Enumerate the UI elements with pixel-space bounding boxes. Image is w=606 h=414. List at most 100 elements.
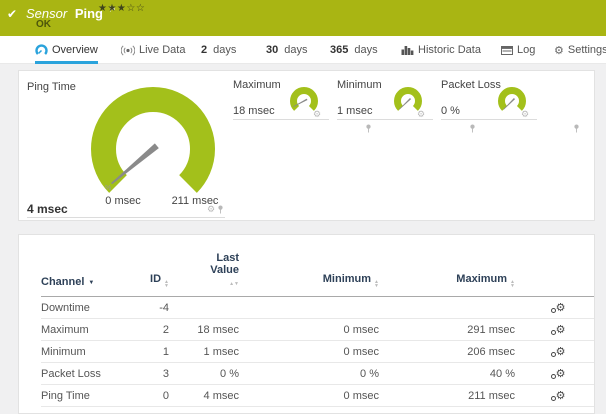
channel-minimum [251, 297, 391, 319]
prtg-sensor-page: { "banner": { "kind_label": "Sensor", "n… [0, 0, 606, 400]
small-gauge-actions: ⚙ [417, 110, 425, 119]
small-gauge-value: 18 msec [233, 105, 275, 117]
column-header-channel[interactable]: Channel ▼ [41, 235, 141, 297]
channel-name: Downtime [41, 297, 141, 319]
channel-settings-gear-icon[interactable]: ⚙ [313, 110, 321, 119]
column-header-minimum-label: Minimum [323, 273, 371, 285]
channel-maximum: 206 msec [391, 341, 527, 363]
channel-last-value: 18 msec [181, 319, 251, 341]
tab-log[interactable]: Log [501, 36, 535, 64]
table-row: Downtime -4 ⚙ [41, 297, 594, 319]
gear-icon: ⚙ [554, 44, 564, 57]
channel-settings-gear-icon[interactable]: ⚙ [521, 110, 529, 119]
small-gauge-actions: ⚙ [521, 110, 529, 119]
column-header-minimum[interactable]: Minimum▲▼ [251, 235, 391, 297]
bar-chart-icon [401, 45, 414, 55]
column-header-last-value[interactable]: LastValue▲▼ [181, 235, 251, 297]
pin-icon[interactable] [574, 124, 579, 133]
column-header-maximum[interactable]: Maximum▲▼ [391, 235, 527, 297]
channel-maximum: 211 msec [391, 385, 527, 407]
table-row: Maximum 2 18 msec 0 msec 291 msec ⚙ [41, 319, 594, 341]
channel-minimum: 0 msec [251, 385, 391, 407]
channel-name: Minimum [41, 341, 141, 363]
channel-id: 1 [141, 341, 181, 363]
tab-historic-data[interactable]: Historic Data [401, 36, 481, 64]
pin-icon[interactable] [366, 124, 371, 133]
column-header-channel-label: Channel [41, 276, 84, 288]
sensor-status-text: OK [36, 19, 51, 30]
pin-icon[interactable] [470, 124, 475, 133]
table-header-row: Channel▼ ID▲▼ LastValue▲▼ Minimum▲▼ Maxi… [41, 235, 594, 297]
tab-365-days-number: 365 [330, 44, 348, 56]
stars-empty: ☆☆ [126, 3, 145, 14]
gauges-panel: Ping Time % 0 msec 211 msec 4 msec ⚙ Max… [18, 70, 595, 221]
column-header-id[interactable]: ID▲▼ [141, 235, 181, 297]
channel-id: 0 [141, 385, 181, 407]
table-row: Minimum 1 1 msec 0 msec 206 msec ⚙ [41, 341, 594, 363]
tab-365-days[interactable]: 365 days [330, 36, 378, 64]
main-gauge-actions: ⚙ [207, 205, 223, 214]
chevron-down-icon: ▼ [88, 280, 94, 286]
small-gauge-value: 1 msec [337, 105, 372, 117]
gauge-icon [35, 44, 48, 57]
channels-table: Channel▼ ID▲▼ LastValue▲▼ Minimum▲▼ Maxi… [41, 235, 594, 407]
channel-settings-gear-icon[interactable]: ⚙ [556, 301, 566, 314]
sort-icon: ▲▼ [510, 280, 515, 288]
channel-name: Maximum [41, 319, 141, 341]
gauge-percent-marker: % [105, 185, 111, 192]
small-gauge-minimum: Minimum 1 msec ⚙ [337, 71, 433, 120]
main-gauge-title: Ping Time [27, 81, 76, 93]
sort-icon: ▲▼ [164, 280, 169, 288]
channel-settings-gear-icon[interactable]: ⚙ [417, 110, 425, 119]
column-header-actions [527, 235, 594, 297]
channel-settings-gear-icon[interactable]: ⚙ [556, 367, 566, 380]
small-gauge-maximum: Maximum 18 msec ⚙ [233, 71, 329, 120]
small-gauge-title: Packet Loss [441, 79, 501, 91]
small-gauge-packet-loss: Packet Loss 0 % ⚙ [441, 71, 537, 120]
channel-minimum: 0 msec [251, 341, 391, 363]
tab-30-days[interactable]: 30 days [266, 36, 308, 64]
channel-name: Ping Time [41, 385, 141, 407]
tab-settings-label: Settings [568, 44, 606, 56]
tab-30-days-number: 30 [266, 44, 278, 56]
channel-name: Packet Loss [41, 363, 141, 385]
channel-maximum [391, 297, 527, 319]
channel-settings-gear-icon[interactable]: ⚙ [556, 389, 566, 402]
column-header-last-value-label: LastValue▲▼ [181, 252, 239, 288]
tab-live-data-label: Live Data [139, 44, 185, 56]
channels-panel: Channel▼ ID▲▼ LastValue▲▼ Minimum▲▼ Maxi… [18, 234, 595, 414]
tab-live-data[interactable]: Live Data [121, 36, 185, 64]
channel-maximum: 40 % [391, 363, 527, 385]
small-gauge-actions: ⚙ [313, 110, 321, 119]
sort-icon: ▲▼ [374, 280, 379, 288]
channel-settings-gear-icon[interactable]: ⚙ [556, 323, 566, 336]
column-header-maximum-label: Maximum [456, 273, 507, 285]
gauge-min-label: 0 msec [93, 195, 153, 207]
channel-id: -4 [141, 297, 181, 319]
tab-30-days-label: days [284, 44, 307, 56]
tab-settings[interactable]: ⚙ Settings [554, 36, 606, 64]
stars-filled: ★★★ [98, 3, 126, 14]
channel-settings-gear-icon[interactable]: ⚙ [207, 205, 215, 214]
tab-365-days-label: days [354, 44, 377, 56]
broadcast-icon [121, 45, 135, 56]
channel-settings-gear-icon[interactable]: ⚙ [556, 345, 566, 358]
status-ok-check-icon: ✔ [7, 7, 17, 21]
small-gauge-title: Maximum [233, 79, 281, 91]
sensor-status-banner: ✔ Sensor Ping ⚑ ★★★☆☆ OK [0, 0, 606, 36]
tab-2-days[interactable]: 2 days [201, 36, 236, 64]
main-gauge-value: 4 msec [27, 202, 68, 216]
channel-last-value [181, 297, 251, 319]
channel-id: 2 [141, 319, 181, 341]
pin-icon[interactable] [218, 205, 223, 214]
tab-overview[interactable]: Overview [35, 36, 98, 64]
priority-stars[interactable]: ★★★☆☆ [98, 3, 145, 14]
channel-last-value: 1 msec [181, 341, 251, 363]
channel-minimum: 0 % [251, 363, 391, 385]
tab-log-label: Log [517, 44, 535, 56]
channel-last-value: 4 msec [181, 385, 251, 407]
tab-historic-data-label: Historic Data [418, 44, 481, 56]
channel-maximum: 291 msec [391, 319, 527, 341]
tab-overview-label: Overview [52, 44, 98, 56]
small-gauge-title: Minimum [337, 79, 382, 91]
